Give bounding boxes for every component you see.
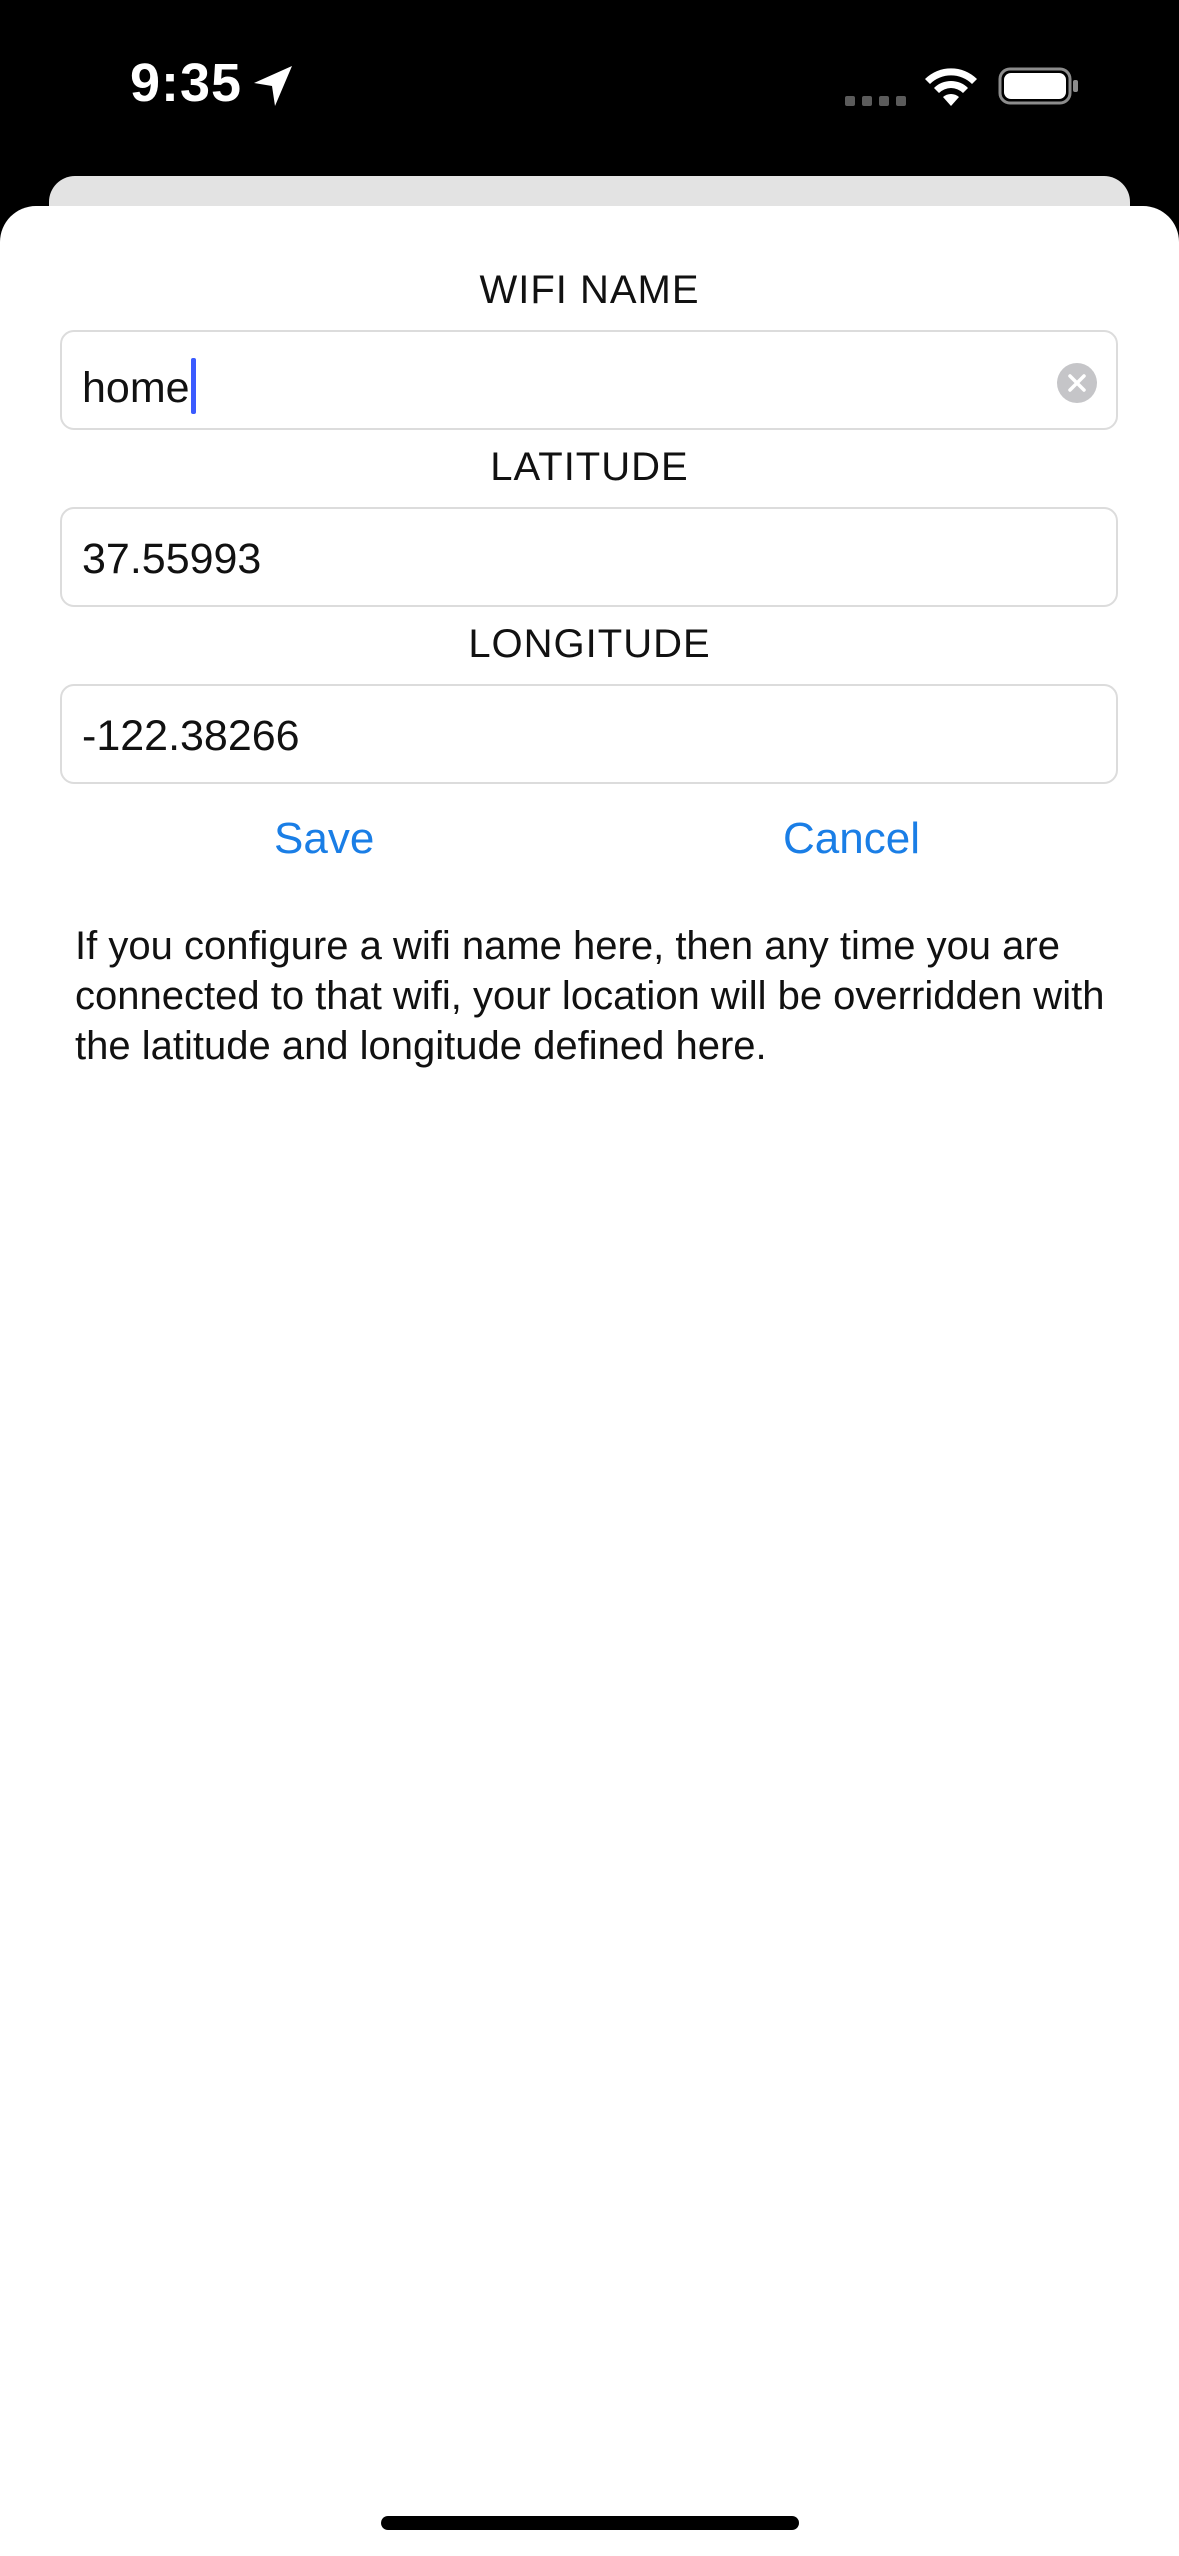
latitude-field[interactable]: 37.55993 bbox=[60, 507, 1118, 607]
battery-icon bbox=[998, 67, 1078, 105]
longitude-value[interactable]: -122.38266 bbox=[82, 712, 300, 761]
cancel-button[interactable]: Cancel bbox=[783, 814, 920, 864]
info-text: If you configure a wifi name here, then … bbox=[75, 924, 1105, 1068]
wifi-location-sheet: WIFI NAME home LATITUDE 37.55993 LONGITU… bbox=[0, 206, 1179, 2556]
text-cursor bbox=[190, 358, 196, 414]
signal-dots-icon bbox=[845, 96, 906, 106]
location-arrow-icon bbox=[254, 66, 292, 106]
longitude-field[interactable]: -122.38266 bbox=[60, 684, 1118, 784]
status-time: 9:35 bbox=[130, 53, 243, 113]
wifi-name-field[interactable]: home bbox=[60, 330, 1118, 430]
save-button[interactable]: Save bbox=[274, 814, 374, 864]
latitude-label: LATITUDE bbox=[490, 445, 689, 489]
clear-icon[interactable] bbox=[1056, 362, 1098, 404]
latitude-value[interactable]: 37.55993 bbox=[82, 535, 261, 584]
home-indicator[interactable] bbox=[381, 2516, 799, 2530]
longitude-label: LONGITUDE bbox=[468, 622, 711, 666]
wifi-name-label: WIFI NAME bbox=[479, 268, 700, 312]
status-bar: 9:35 bbox=[0, 0, 1179, 175]
wifi-name-value[interactable]: home bbox=[82, 358, 196, 414]
wifi-icon bbox=[925, 68, 977, 106]
